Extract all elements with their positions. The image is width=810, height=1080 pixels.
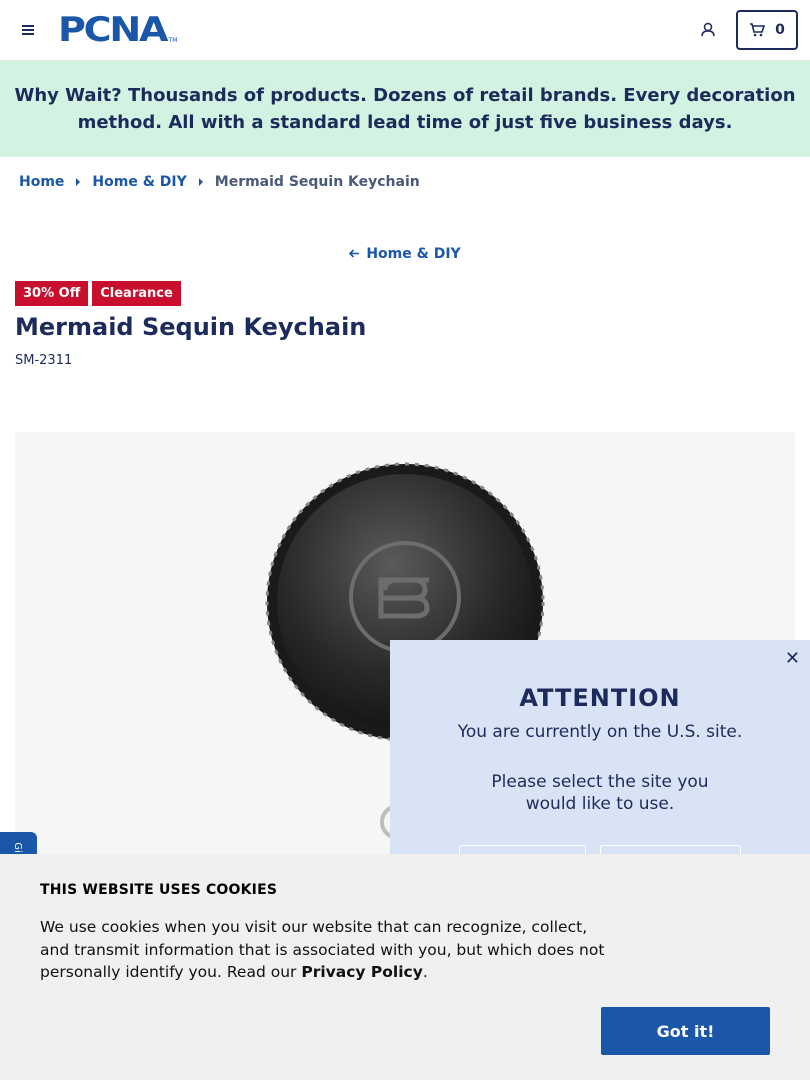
side-tab-label: Gi [11,842,23,853]
clearance-badge: Clearance [92,281,181,306]
cookie-end: . [422,963,428,981]
user-icon [701,22,715,37]
breadcrumb-home-diy[interactable]: Home & DIY [92,174,186,190]
privacy-policy-link[interactable]: Privacy Policy [301,963,423,981]
arrow-left-icon [349,246,360,262]
discount-badge: 30% Off [15,281,89,306]
close-icon[interactable]: ✕ [785,648,800,669]
caret-right-icon [198,178,203,186]
attention-instruction: Please select the site you would like to… [390,771,810,815]
cart-button[interactable]: 0 [736,10,798,50]
attention-title: ATTENTION [519,684,681,712]
product-badges: 30% Off Clearance [15,281,181,306]
site-header: PCNA TM 0 [0,0,810,61]
product-title: Mermaid Sequin Keychain [15,313,367,341]
back-link-label: Home & DIY [366,246,461,262]
attention-instruction-line2: would like to use. [525,794,675,814]
breadcrumb: Home Home & DIY Mermaid Sequin Keychain [19,174,420,190]
cookie-title: THIS WEBSITE USES COOKIES [40,882,278,898]
pcna-logo[interactable]: PCNA TM [58,10,178,50]
menu-button[interactable] [18,20,38,40]
back-to-category-link[interactable]: Home & DIY [0,246,810,262]
logo-trademark: TM [168,37,178,44]
caret-right-icon [76,178,81,186]
logo-text: PCNA [58,10,168,50]
hamburger-icon [22,25,34,35]
cart-icon [750,23,766,37]
cart-count: 0 [775,22,785,38]
attention-subtitle: You are currently on the U.S. site. [457,722,743,742]
breadcrumb-home[interactable]: Home [19,174,64,190]
got-it-button[interactable]: Got it! [601,1007,770,1055]
attention-instruction-line1: Please select the site you [491,772,709,792]
product-sku: SM-2311 [15,353,73,368]
promo-body: Thousands of products. Dozens of retail … [77,85,796,133]
account-button[interactable] [698,20,718,40]
cookie-text: We use cookies when you visit our websit… [40,916,610,984]
promo-text: Why Wait? Thousands of products. Dozens … [14,82,796,136]
promo-lead: Why Wait? [14,85,122,106]
site-selector-popup: ✕ ATTENTION You are currently on the U.S… [390,640,810,865]
promo-banner: Why Wait? Thousands of products. Dozens … [0,61,810,157]
breadcrumb-current: Mermaid Sequin Keychain [214,174,420,190]
cookie-banner: THIS WEBSITE USES COOKIES We use cookies… [0,854,810,1080]
